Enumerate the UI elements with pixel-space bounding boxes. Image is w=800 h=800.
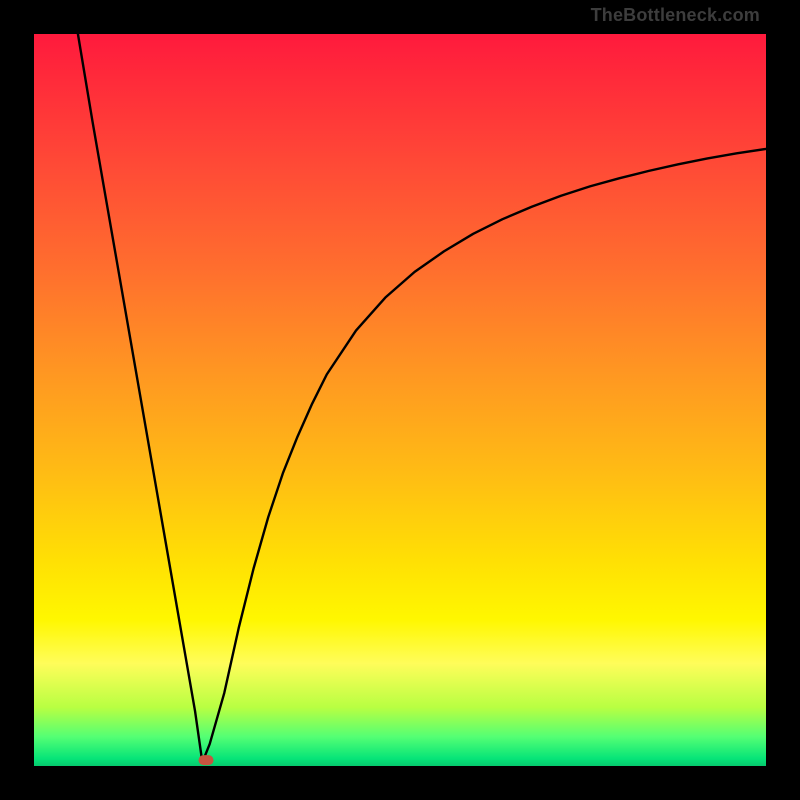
bottleneck-curve: [78, 34, 766, 762]
chart-stage: TheBottleneck.com: [0, 0, 800, 800]
attribution-text: TheBottleneck.com: [591, 6, 760, 24]
curve-overlay: [34, 34, 766, 766]
minimum-marker: [199, 756, 213, 765]
